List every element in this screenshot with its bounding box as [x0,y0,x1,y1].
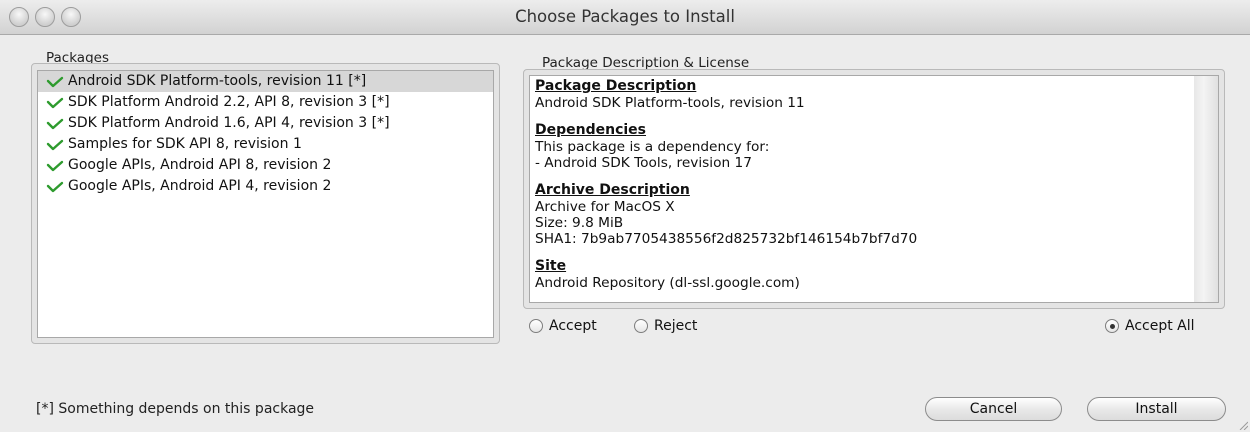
window-title: Choose Packages to Install [515,7,735,26]
package-item[interactable]: SDK Platform Android 1.6, API 4, revisio… [38,113,493,134]
accept-radio-label: Accept [549,318,597,334]
accept-radio[interactable]: Accept [529,318,597,334]
description-scrollbar[interactable] [1194,75,1219,303]
site-heading: Site [535,258,567,274]
dialog-window: Choose Packages to Install Packages Andr… [0,0,1250,432]
package-item-label: Google APIs, Android API 4, revision 2 [68,178,332,194]
accept-all-radio[interactable]: Accept All [1105,318,1195,334]
reject-radio[interactable]: Reject [634,318,697,334]
accept-all-radio-label: Accept All [1125,318,1195,334]
package-item-label: SDK Platform Android 1.6, API 4, revisio… [68,115,390,131]
title-bar[interactable]: Choose Packages to Install [0,0,1250,35]
package-item[interactable]: SDK Platform Android 2.2, API 8, revisio… [38,92,493,113]
green-check-icon [46,97,64,108]
cancel-button[interactable]: Cancel [925,397,1062,421]
green-check-icon [46,160,64,171]
install-button[interactable]: Install [1087,397,1226,421]
reject-radio-label: Reject [654,318,698,334]
packages-list[interactable]: Android SDK Platform-tools, revision 11 … [37,70,494,338]
package-description-heading: Package Description [535,78,697,94]
archive-description-heading: Archive Description [535,182,690,198]
archive-size: Size: 9.8 MiB [535,215,624,231]
package-item[interactable]: Google APIs, Android API 8, revision 2 [38,155,493,176]
package-item[interactable]: Samples for SDK API 8, revision 1 [38,134,493,155]
dependencies-line: - Android SDK Tools, revision 17 [535,155,752,171]
archive-line: Archive for MacOS X [535,199,675,215]
accept-all-radio-button[interactable] [1105,319,1119,333]
dependency-note: [*] Something depends on this package [36,401,315,417]
resize-grip-icon[interactable] [1238,420,1248,430]
package-item-label: Google APIs, Android API 8, revision 2 [68,157,332,173]
green-check-icon [46,139,64,150]
green-check-icon [46,76,64,87]
archive-sha1: SHA1: 7b9ab7705438556f2d825732bf146154b7… [535,231,918,247]
accept-radio-button[interactable] [529,319,543,333]
package-item-label: Android SDK Platform-tools, revision 11 … [68,73,367,89]
package-description-text: Android SDK Platform-tools, revision 11 [535,95,805,111]
site-text: Android Repository (dl-ssl.google.com) [535,275,800,291]
package-description-panel: Package Description Android SDK Platform… [529,75,1195,303]
dependencies-line: This package is a dependency for: [535,139,770,155]
package-item[interactable]: Android SDK Platform-tools, revision 11 … [38,71,493,92]
dependencies-heading: Dependencies [535,122,647,138]
green-check-icon [46,118,64,129]
reject-radio-button[interactable] [634,319,648,333]
package-item-label: SDK Platform Android 2.2, API 8, revisio… [68,94,390,110]
package-item-label: Samples for SDK API 8, revision 1 [68,136,302,152]
green-check-icon [46,181,64,192]
package-item[interactable]: Google APIs, Android API 4, revision 2 [38,176,493,197]
